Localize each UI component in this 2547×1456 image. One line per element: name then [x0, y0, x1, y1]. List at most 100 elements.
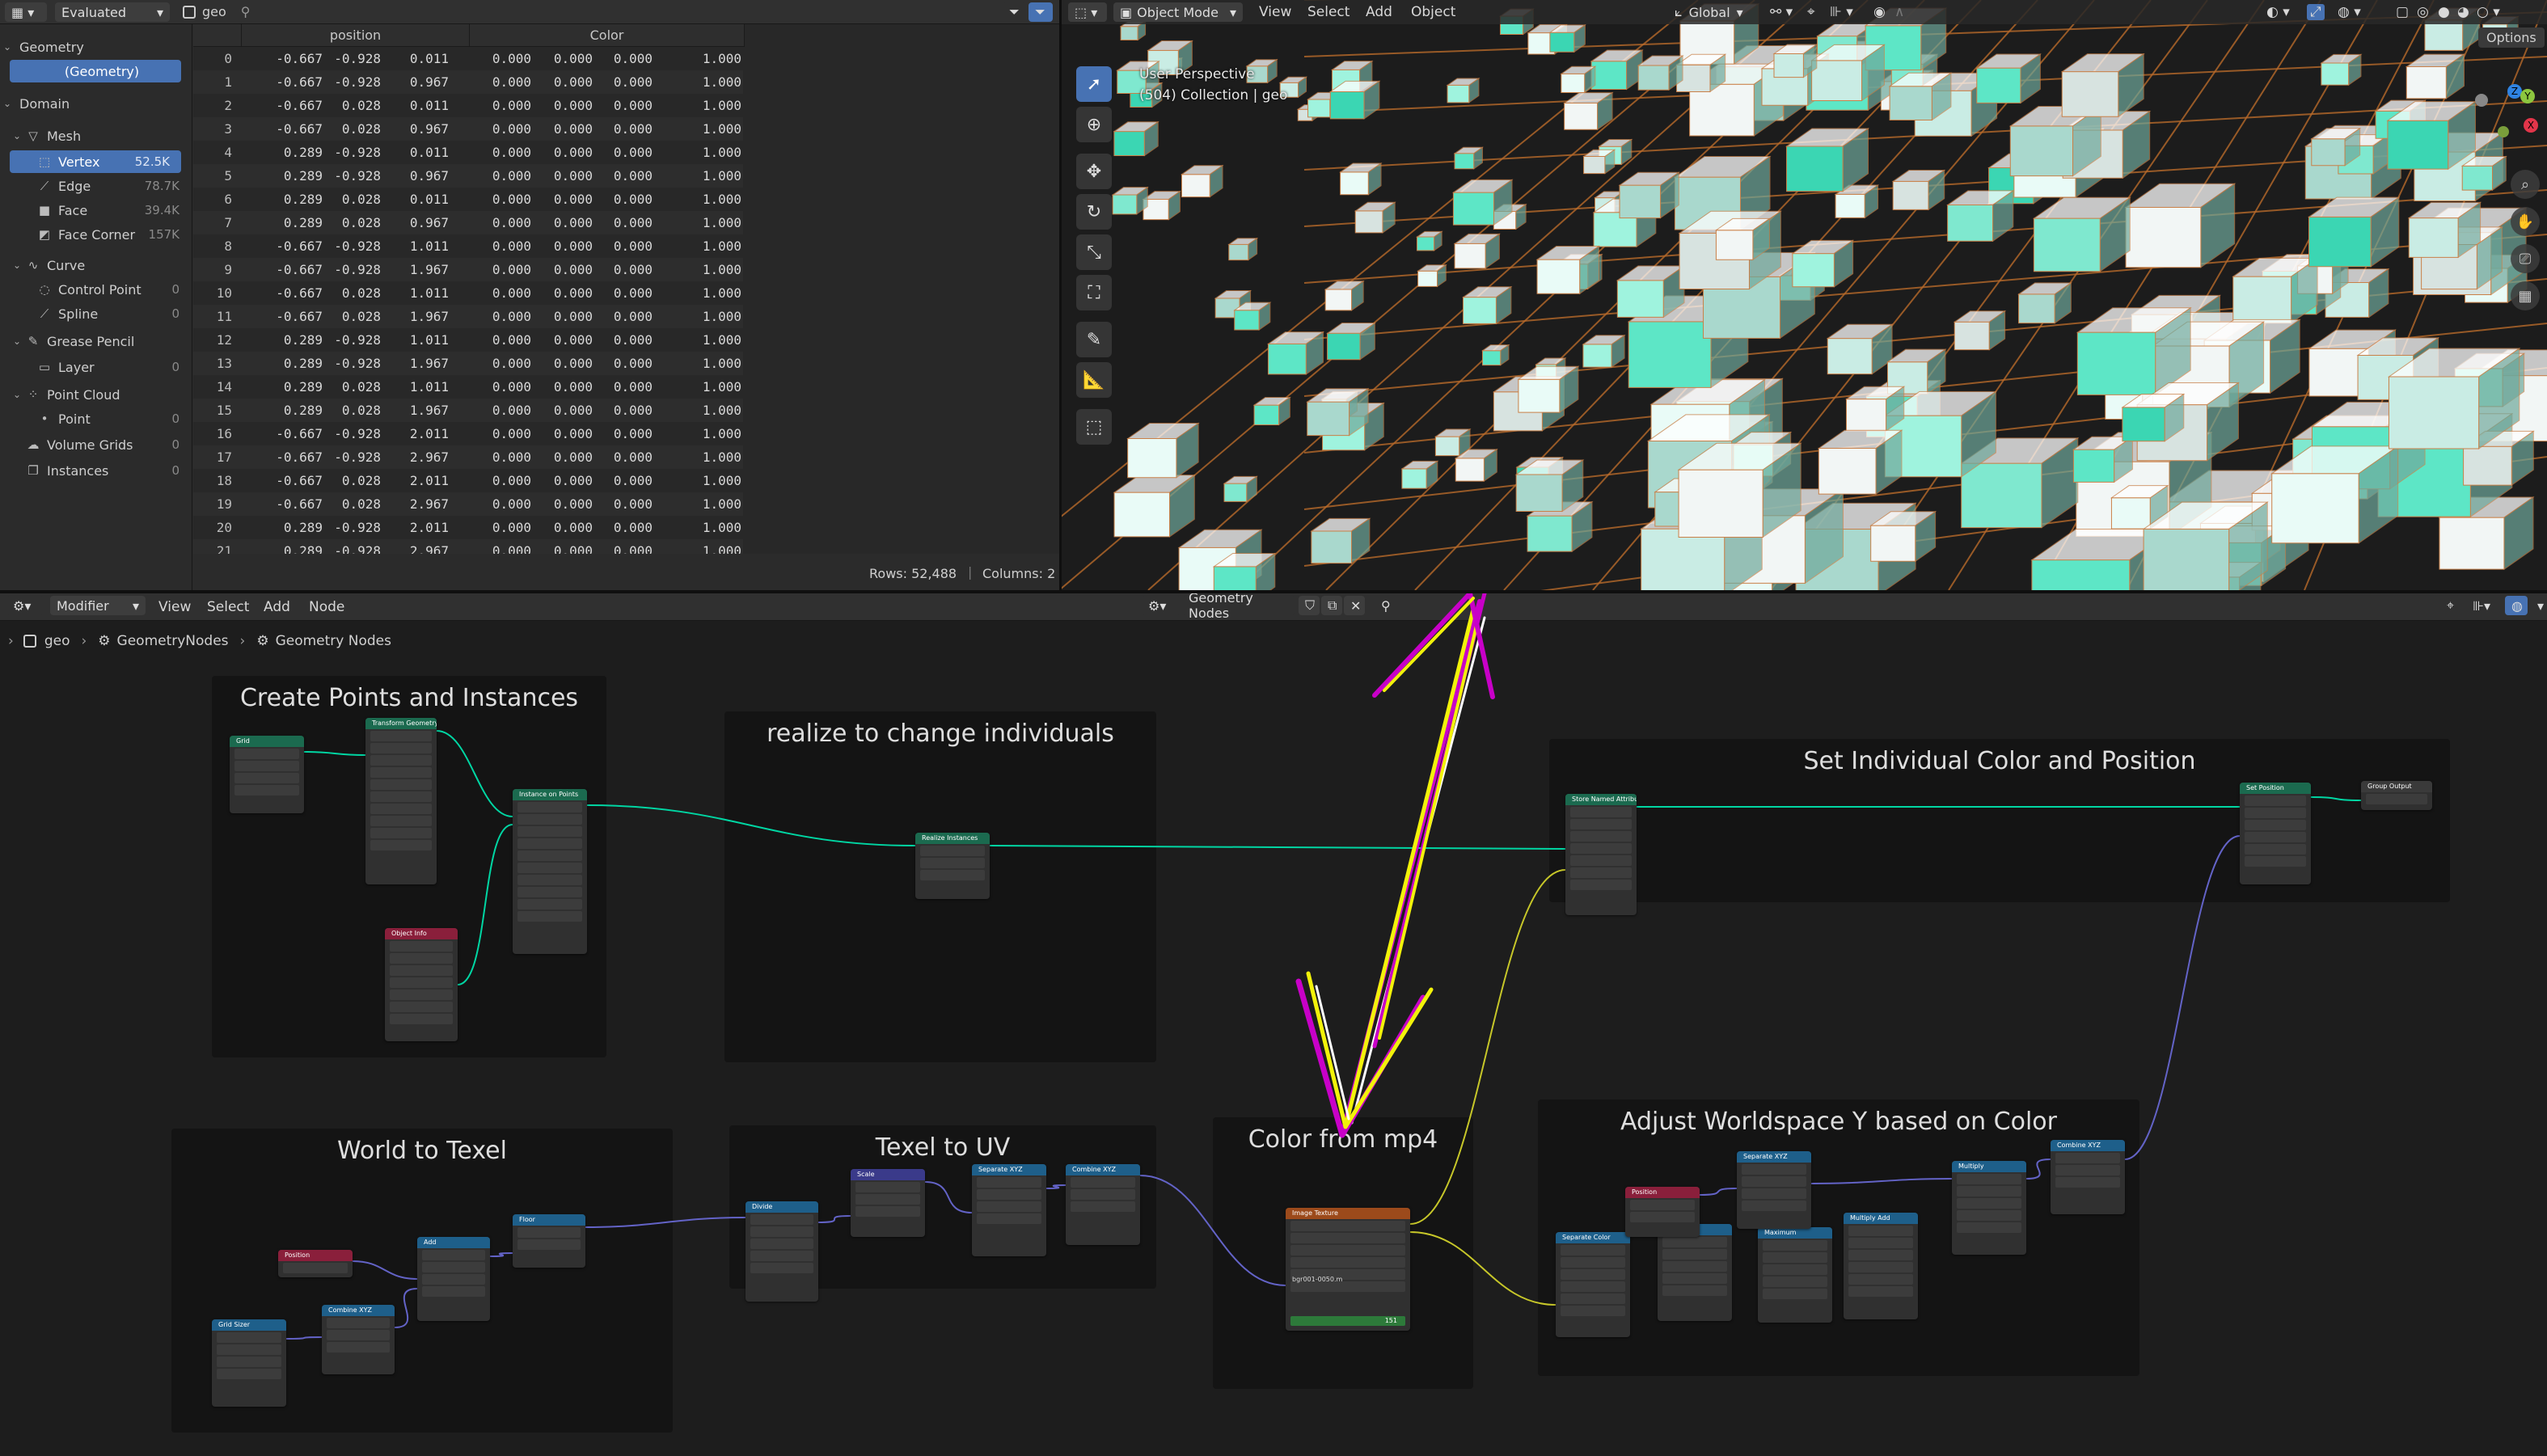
zoom-icon[interactable]: ⌕ [2511, 170, 2540, 199]
material-shading-icon[interactable]: ◕ [2457, 4, 2469, 20]
sidebar-item-control-point[interactable]: ◌ Control Point 0 [0, 278, 191, 301]
table-cell: -0.667 [276, 426, 323, 441]
camera-view-icon[interactable]: ⎚ [2511, 244, 2540, 273]
sidebar-item-geometry[interactable]: ⌄ Geometry [0, 36, 191, 58]
cube-face [1223, 483, 1248, 502]
table-row[interactable]: 1 -0.667 -0.928 0.967 0.000 0.000 0.000 1.000 [193, 70, 743, 94]
table-row[interactable]: 18 -0.667 0.028 2.011 0.000 0.000 0.000 1.000 [193, 469, 743, 492]
select-box-tool[interactable]: ➚ [1076, 66, 1112, 102]
pivot-icon[interactable]: ⚯ ▾ [1770, 4, 1793, 20]
area-divider[interactable] [1059, 0, 1062, 590]
rendered-shading-icon[interactable]: ○ ▾ [2477, 4, 2500, 20]
pan-hand-icon[interactable]: ✋ [2511, 207, 2540, 236]
pin-icon[interactable]: ⚲ [241, 4, 251, 19]
table-row[interactable]: 11 -0.667 0.028 1.967 0.000 0.000 0.000 1.000 [193, 305, 743, 328]
rotate-tool[interactable]: ↻ [1076, 194, 1112, 230]
options-button[interactable]: Options [2478, 27, 2545, 48]
table-row[interactable]: 19 -0.667 0.028 2.967 0.000 0.000 0.000 1.000 [193, 492, 743, 516]
chevron-down-icon[interactable]: ⌄ [0, 41, 15, 53]
sidebar-item-instances[interactable]: ❐ Instances 0 [0, 459, 191, 482]
move-tool[interactable]: ✥ [1076, 154, 1112, 189]
perspective-grid-icon[interactable]: ▦ [2511, 281, 2540, 310]
column-header-position[interactable]: position [242, 24, 470, 47]
chevron-down-icon[interactable]: ⌄ [0, 98, 15, 109]
column-header-color[interactable]: Color [470, 24, 745, 47]
table-row[interactable]: 9 -0.667 -0.928 1.967 0.000 0.000 0.000 1.000 [193, 258, 743, 281]
snap-icon[interactable]: ⌖ [1807, 4, 1815, 20]
sidebar-item-point[interactable]: • Point 0 [0, 407, 191, 430]
cube-face [2125, 206, 2202, 268]
table-cell: 1.000 [702, 449, 741, 465]
menu-add[interactable]: Add [1366, 4, 1392, 20]
sidebar-item-geometry[interactable]: (Geometry) [10, 60, 181, 82]
editor-type-button[interactable]: ⬚ ▾ [1068, 2, 1107, 22]
scale-tool[interactable]: ⤡ [1076, 234, 1112, 270]
table-row[interactable]: 6 0.289 0.028 0.011 0.000 0.000 0.000 1.000 [193, 188, 743, 211]
sidebar-item-mesh[interactable]: ⌄ ▽ Mesh [0, 124, 191, 147]
sidebar-item-domain[interactable]: ⌄ Domain [0, 92, 191, 115]
sidebar-item-edge[interactable]: ⟋ Edge 78.7K [0, 175, 191, 197]
node-editor[interactable]: ⚙▾ Modifier ▾ View Select Add Node ⚙▾ Ge… [0, 593, 2547, 1456]
sidebar-item-layer[interactable]: ▭ Layer 0 [0, 356, 191, 378]
sidebar-item-spline[interactable]: ⟋ Spline 0 [0, 302, 191, 325]
snap-target-icon[interactable]: ⊪ ▾ [1830, 4, 1853, 20]
gizmo-toggle-icon[interactable]: ⤢ [2307, 4, 2325, 20]
table-row[interactable]: 5 0.289 -0.928 0.967 0.000 0.000 0.000 1.000 [193, 164, 743, 188]
table-row[interactable]: 10 -0.667 0.028 1.011 0.000 0.000 0.000 1.000 [193, 281, 743, 305]
sidebar-item-grease-pencil[interactable]: ⌄ ✎ Grease Pencil [0, 330, 191, 352]
falloff-icon[interactable]: ∧ [1894, 4, 1904, 20]
gizmo-neg-axis[interactable] [2475, 94, 2488, 107]
3d-viewport[interactable]: ⬚ ▾ ▣ Object Mode ▾ View Select Add Obje… [1062, 0, 2547, 590]
table-row[interactable]: 17 -0.667 -0.928 2.967 0.000 0.000 0.000 1.000 [193, 445, 743, 469]
overlay-icon[interactable]: ◍ ▾ [2338, 4, 2361, 20]
table-row[interactable]: 14 0.289 0.028 1.011 0.000 0.000 0.000 1.000 [193, 375, 743, 399]
add-cube-tool[interactable]: ⬚ [1076, 409, 1112, 445]
menu-view[interactable]: View [1259, 4, 1291, 20]
table-row[interactable]: 12 0.289 -0.928 1.011 0.000 0.000 0.000 1.000 [193, 328, 743, 352]
table-row[interactable]: 2 -0.667 0.028 0.011 0.000 0.000 0.000 1.000 [193, 94, 743, 117]
menu-object[interactable]: Object [1411, 4, 1455, 20]
evaluation-mode-select[interactable]: Evaluated ▾ [55, 2, 170, 22]
table-row[interactable]: 8 -0.667 -0.928 1.011 0.000 0.000 0.000 1.000 [193, 234, 743, 258]
table-row[interactable]: 0 -0.667 -0.928 0.011 0.000 0.000 0.000 1.000 [193, 47, 743, 70]
table-row[interactable]: 3 -0.667 0.028 0.967 0.000 0.000 0.000 1.000 [193, 117, 743, 141]
annotate-tool[interactable]: ✎ [1076, 322, 1112, 357]
table-row[interactable]: 15 0.289 0.028 1.967 0.000 0.000 0.000 1.000 [193, 399, 743, 422]
filter-toggle-icon[interactable]: ⏷ [1029, 2, 1053, 22]
navigation-gizmo[interactable]: Z Y X [2448, 81, 2538, 170]
solid-shading-icon[interactable]: ● [2438, 4, 2450, 20]
sidebar-item-point-cloud[interactable]: ⌄ ⁘ Point Cloud [0, 383, 191, 406]
table-row[interactable]: 4 0.289 -0.928 0.011 0.000 0.000 0.000 1.000 [193, 141, 743, 164]
chevron-down-icon[interactable]: ⌄ [10, 336, 24, 347]
proportional-edit-icon[interactable]: ◉ [1873, 4, 1886, 20]
filter-icon[interactable]: ⏷ [1003, 2, 1025, 22]
table-row[interactable]: 16 -0.667 -0.928 2.011 0.000 0.000 0.000 1.000 [193, 422, 743, 445]
transform-orientation-select[interactable]: ⟀ Global ▾ [1668, 2, 1765, 22]
table-row[interactable]: 13 0.289 -0.928 1.967 0.000 0.000 0.000 1.000 [193, 352, 743, 375]
sidebar-item-curve[interactable]: ⌄ ∿ Curve [0, 254, 191, 276]
table-row[interactable]: 7 0.289 0.028 0.967 0.000 0.000 0.000 1.000 [193, 211, 743, 234]
gizmo-y-axis[interactable]: Y [2520, 89, 2535, 103]
transform-tool[interactable]: ⛶ [1076, 275, 1112, 310]
sidebar-item-vertex[interactable]: ⬚ Vertex 52.5K [10, 150, 181, 173]
gizmo-x-axis[interactable]: X [2524, 118, 2538, 133]
gizmo-center[interactable] [2498, 126, 2509, 137]
menu-select[interactable]: Select [1307, 4, 1350, 20]
sidebar-item-face[interactable]: ■ Face 39.4K [0, 199, 191, 222]
xray-icon[interactable]: ▢ [2396, 4, 2409, 20]
editor-type-button[interactable]: ▦ ▾ [5, 2, 47, 22]
table-row[interactable]: 21 0.289 -0.928 2.967 0.000 0.000 0.000 1.000 [193, 539, 743, 554]
table-row[interactable]: 20 0.289 -0.928 2.011 0.000 0.000 0.000 1.000 [193, 516, 743, 539]
mode-select[interactable]: ▣ Object Mode ▾ [1113, 2, 1243, 22]
measure-tool[interactable]: 📐 [1076, 362, 1112, 398]
wireframe-shading-icon[interactable]: ◎ [2417, 4, 2429, 20]
cursor-tool[interactable]: ⊕ [1076, 107, 1112, 142]
sidebar-item-face-corner[interactable]: ◩ Face Corner 157K [0, 223, 191, 246]
visibility-icon[interactable]: ◐ ▾ [2266, 4, 2290, 20]
chevron-down-icon[interactable]: ⌄ [10, 389, 24, 400]
chevron-down-icon[interactable]: ⌄ [10, 130, 24, 141]
spreadsheet-table[interactable]: position Color 0 -0.667 -0.928 0.011 0.000 0.… [193, 24, 1059, 554]
chevron-down-icon[interactable]: ⌄ [10, 260, 24, 271]
object-selector[interactable]: geo ⚲ [183, 4, 251, 19]
sidebar-item-volume-grids[interactable]: ☁ Volume Grids 0 [0, 433, 191, 456]
